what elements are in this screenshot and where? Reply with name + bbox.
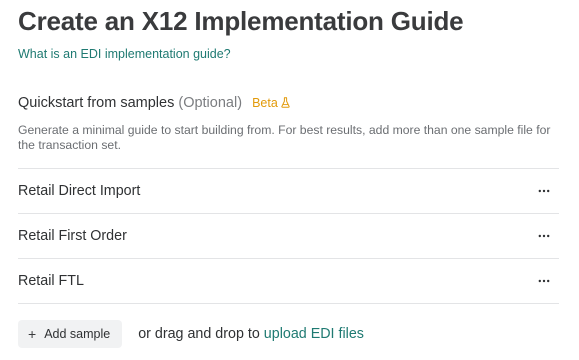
drag-drop-text: or drag and drop to upload EDI files — [138, 326, 364, 342]
page-title: Create an X12 Implementation Guide — [18, 6, 464, 36]
add-sample-label: Add sample — [44, 327, 111, 341]
sample-list: Retail Direct Import Retail First Order … — [18, 168, 559, 304]
quickstart-heading: Quickstart from samples (Optional) Beta — [18, 95, 290, 111]
sample-row: Retail Direct Import — [18, 169, 559, 214]
upload-edi-files-link[interactable]: upload EDI files — [264, 326, 364, 342]
more-options-button[interactable] — [533, 180, 555, 202]
drag-drop-label: or drag and drop to — [138, 326, 260, 342]
footer: + Add sample or drag and drop to upload … — [18, 320, 364, 348]
ellipsis-icon — [538, 234, 550, 238]
plus-icon: + — [28, 326, 37, 342]
page: Create an X12 Implementation Guide What … — [0, 0, 579, 360]
quickstart-title: Quickstart from samples — [18, 95, 175, 111]
more-options-button[interactable] — [533, 225, 555, 247]
quickstart-description: Generate a minimal guide to start buildi… — [18, 123, 551, 152]
sample-name: Retail Direct Import — [18, 183, 141, 199]
sample-row: Retail First Order — [18, 214, 559, 259]
sample-name: Retail FTL — [18, 273, 84, 289]
more-options-button[interactable] — [533, 270, 555, 292]
ellipsis-icon — [538, 279, 550, 283]
sample-name: Retail First Order — [18, 228, 127, 244]
ellipsis-icon — [538, 189, 550, 193]
flask-icon — [281, 97, 290, 111]
sample-row: Retail FTL — [18, 259, 559, 304]
add-sample-button[interactable]: + Add sample — [18, 320, 123, 348]
beta-label: Beta — [252, 96, 278, 110]
beta-badge: Beta — [252, 96, 290, 110]
optional-label: (Optional) — [178, 95, 243, 111]
help-link[interactable]: What is an EDI implementation guide? — [18, 47, 231, 61]
